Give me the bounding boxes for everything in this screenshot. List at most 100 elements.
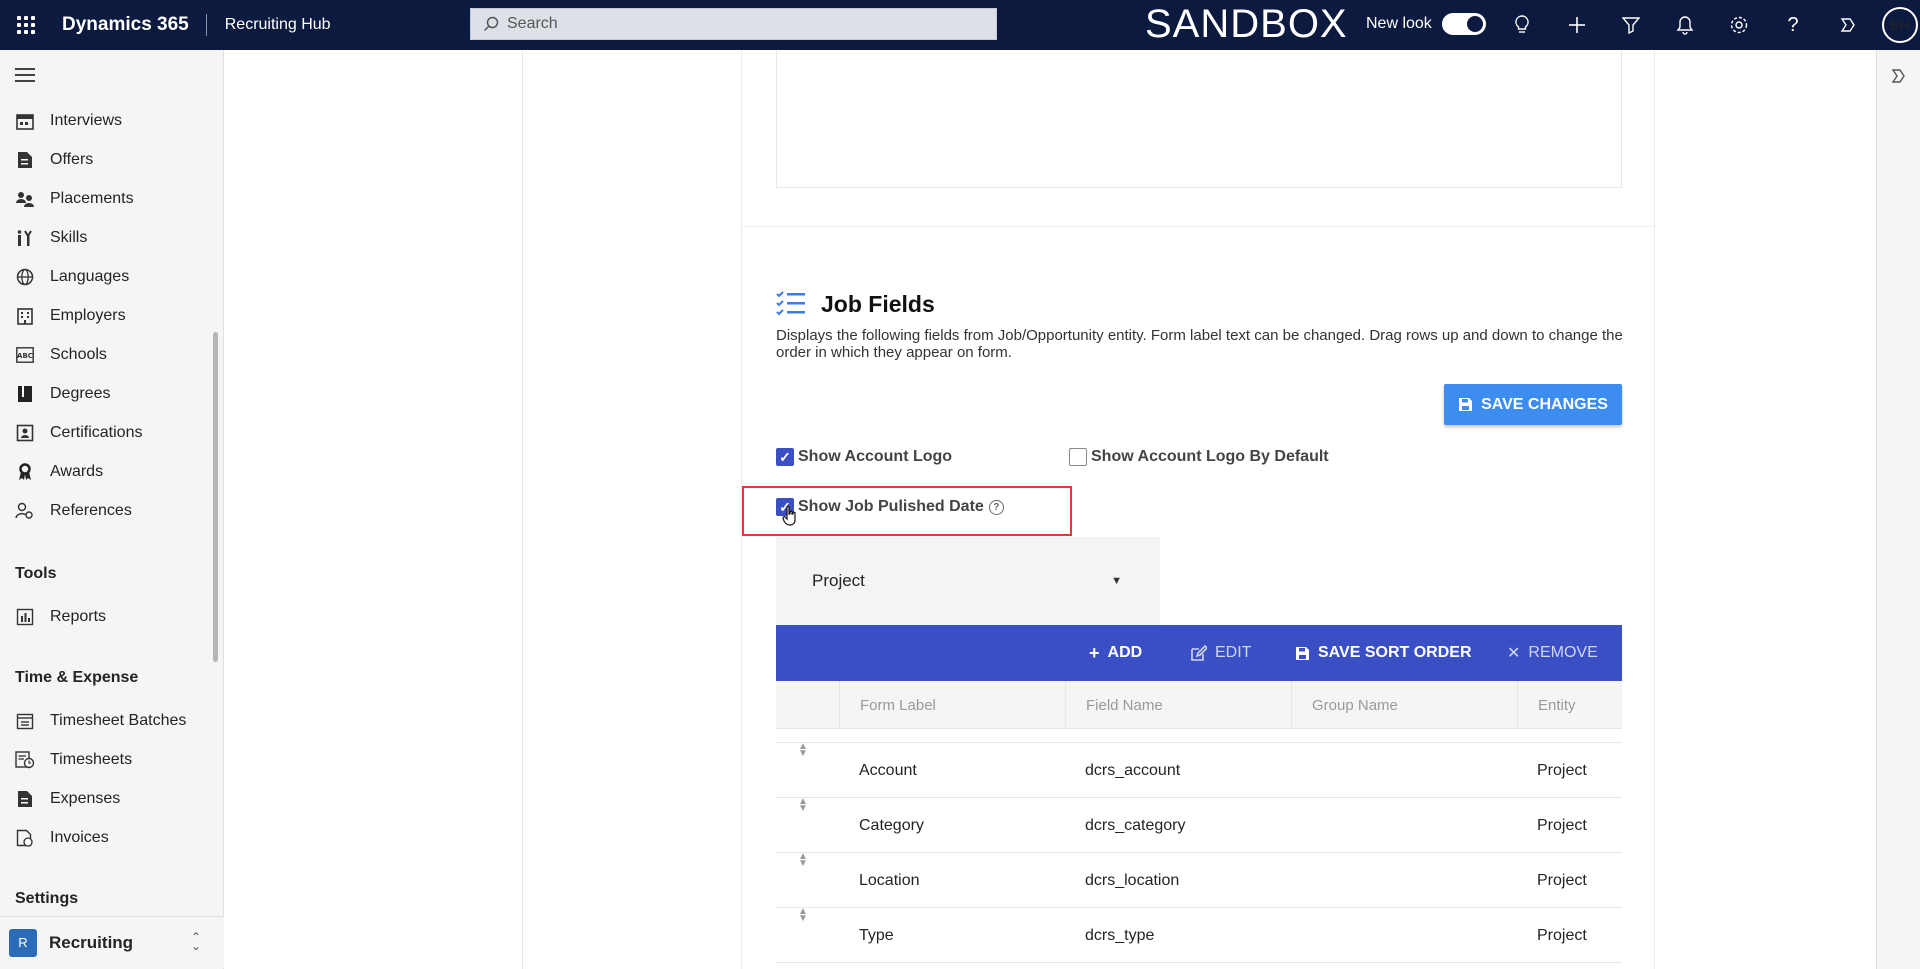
entity-select-value: Project	[812, 571, 865, 590]
sidebar-item-interviews[interactable]: Interviews	[0, 103, 224, 139]
sidebar-item-degrees[interactable]: Degrees	[0, 376, 224, 412]
drag-handle-icon[interactable]: ▲ ▼	[798, 852, 808, 908]
column-header-field-name[interactable]: Field Name	[1065, 681, 1291, 729]
new-look-toggle[interactable]	[1442, 13, 1486, 35]
cell-form-label[interactable]: Location	[859, 853, 920, 908]
environment-label: SANDBOX	[1145, 2, 1348, 46]
save-sort-order-button[interactable]: SAVE SORT ORDER	[1295, 625, 1472, 681]
sidebar-item-label: Reports	[50, 608, 107, 625]
lightbulb-icon[interactable]	[1510, 13, 1534, 37]
cell-form-label[interactable]: Type	[859, 908, 894, 963]
gear-icon[interactable]	[1727, 13, 1751, 37]
text-editor-area[interactable]	[776, 50, 1622, 188]
table-row[interactable]: ▲ ▼ Account dcrs_account Project	[776, 742, 1622, 798]
sidebar-item-invoices[interactable]: Invoices	[0, 820, 224, 856]
certificate-icon	[15, 423, 35, 443]
column-header-group-name[interactable]: Group Name	[1291, 681, 1517, 729]
sidebar-item-languages[interactable]: Languages	[0, 259, 224, 295]
sidebar-item-certifications[interactable]: Certifications	[0, 415, 224, 451]
sidebar-item-timesheet-batches[interactable]: Timesheet Batches	[0, 703, 224, 739]
cell-form-label[interactable]: Category	[859, 798, 924, 853]
copilot-icon[interactable]	[1889, 68, 1907, 89]
app-name[interactable]: Recruiting Hub	[207, 16, 331, 34]
sidebar-scrollbar[interactable]	[213, 332, 218, 662]
sidebar-item-label: Offers	[50, 151, 94, 168]
add-button[interactable]: + ADD	[1089, 625, 1142, 681]
sidebar-item-label: Degrees	[50, 385, 111, 402]
drag-handle-icon[interactable]: ▲ ▼	[798, 742, 808, 798]
building-icon	[15, 306, 35, 326]
column-header-form-label[interactable]: Form Label	[839, 681, 1065, 729]
waffle-icon[interactable]	[0, 0, 52, 50]
bell-icon[interactable]	[1673, 13, 1697, 37]
section-description: Displays the following fields from Job/O…	[776, 327, 1623, 361]
cell-entity: Project	[1537, 816, 1587, 834]
chevron-up-down-icon: ⌃ ⌄	[191, 930, 202, 953]
brand-name[interactable]: Dynamics 365	[52, 14, 206, 36]
document-icon	[15, 789, 35, 809]
show-account-logo-checkbox[interactable]: ✓ Show Account Logo	[776, 448, 952, 466]
cell-field-name: dcrs_category	[1085, 816, 1186, 834]
area-badge: R	[9, 928, 37, 957]
section-title: Job Fields	[821, 291, 935, 317]
sidebar-item-timesheets[interactable]: Timesheets	[0, 742, 224, 778]
sidebar-item-offers[interactable]: Offers	[0, 142, 224, 178]
hamburger-icon[interactable]	[15, 68, 35, 86]
cell-field-name: dcrs_type	[1085, 926, 1155, 944]
app-window: Dynamics 365 Recruiting Hub Search SANDB…	[0, 0, 1920, 969]
area-switcher[interactable]: R Recruiting ⌃ ⌄	[0, 916, 224, 968]
area-label: Recruiting	[49, 932, 134, 952]
sidebar-item-expenses[interactable]: Expenses	[0, 781, 224, 817]
edit-button[interactable]: EDIT	[1190, 625, 1251, 681]
save-sort-label: SAVE SORT ORDER	[1318, 644, 1472, 661]
abc-icon: ABC	[15, 345, 35, 365]
sidebar-item-label: References	[50, 502, 132, 519]
book-icon	[15, 384, 35, 404]
close-icon: ✕	[1507, 645, 1521, 662]
copilot-icon[interactable]	[1836, 13, 1860, 37]
plus-icon[interactable]	[1565, 13, 1589, 37]
caret-down-icon: ▼	[1111, 575, 1122, 587]
sidebar-item-label: Timesheet Batches	[50, 712, 187, 729]
drag-handle-icon[interactable]: ▲ ▼	[798, 907, 808, 963]
sidebar-item-schools[interactable]: ABC Schools	[0, 337, 224, 373]
remove-button[interactable]: ✕ REMOVE	[1507, 625, 1598, 681]
grid-header: Form Label Field Name Group Name Entity	[776, 681, 1622, 729]
table-row[interactable]: ▲ ▼ Location dcrs_location Project	[776, 852, 1622, 908]
sidebar-item-label: Employers	[50, 307, 126, 324]
avatar[interactable]: BH	[1882, 7, 1918, 43]
save-icon	[1296, 646, 1309, 660]
table-row[interactable]: ▲ ▼ Type dcrs_type Project	[776, 907, 1622, 963]
sidebar-item-skills[interactable]: Skills	[0, 220, 224, 256]
report-icon	[15, 607, 35, 627]
cell-entity: Project	[1537, 926, 1587, 944]
sidebar-item-employers[interactable]: Employers	[0, 298, 224, 334]
column-header-entity[interactable]: Entity	[1517, 681, 1622, 729]
table-row[interactable]: ▲ ▼ Category dcrs_category Project	[776, 797, 1622, 853]
grid-spacer	[776, 729, 1622, 743]
drag-handle-icon[interactable]: ▲ ▼	[798, 797, 808, 853]
sidebar-item-awards[interactable]: Awards	[0, 454, 224, 490]
filter-icon[interactable]	[1619, 13, 1643, 37]
cell-form-label[interactable]: Account	[859, 743, 917, 798]
timesheet-icon	[15, 750, 35, 770]
entity-select[interactable]: Project ▼	[776, 537, 1160, 625]
checkbox-label: Show Account Logo By Default	[1091, 448, 1329, 465]
search-input[interactable]: Search	[470, 8, 997, 40]
right-rail	[1876, 50, 1920, 969]
remove-label: REMOVE	[1528, 644, 1598, 661]
sidebar-item-placements[interactable]: Placements	[0, 181, 224, 217]
edit-label: EDIT	[1215, 644, 1252, 661]
cell-entity: Project	[1537, 871, 1587, 889]
document-icon	[15, 150, 35, 170]
sidebar-item-references[interactable]: References	[0, 493, 224, 529]
section-header-time-expense: Time & Expense	[15, 669, 139, 686]
add-label: ADD	[1107, 644, 1143, 661]
checkbox-checked-icon: ✓	[776, 448, 794, 466]
show-account-logo-default-checkbox[interactable]: Show Account Logo By Default	[1069, 448, 1329, 466]
save-icon	[1459, 398, 1473, 411]
sidebar-item-reports[interactable]: Reports	[0, 599, 224, 635]
help-icon[interactable]: ?	[1781, 13, 1805, 37]
save-changes-button[interactable]: SAVE CHANGES	[1444, 384, 1622, 425]
section-header-tools: Tools	[15, 565, 57, 582]
